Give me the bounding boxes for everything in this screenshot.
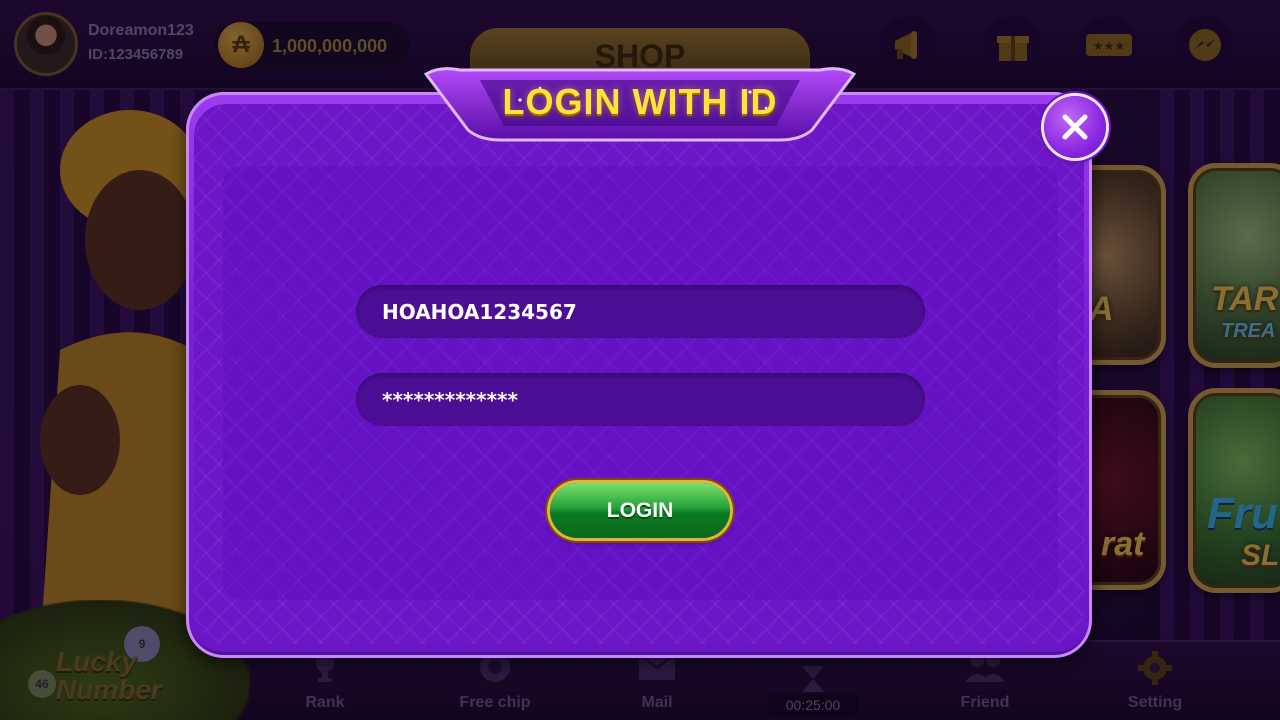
username-field-wrapper [356,285,925,338]
modal-title: LOGIN WITH ID [502,81,778,122]
login-button[interactable]: LOGIN [550,483,730,538]
password-input[interactable] [382,373,902,426]
close-icon [1062,114,1088,140]
password-field-wrapper [356,373,925,426]
username-input[interactable] [382,285,902,338]
close-button[interactable] [1044,96,1106,158]
